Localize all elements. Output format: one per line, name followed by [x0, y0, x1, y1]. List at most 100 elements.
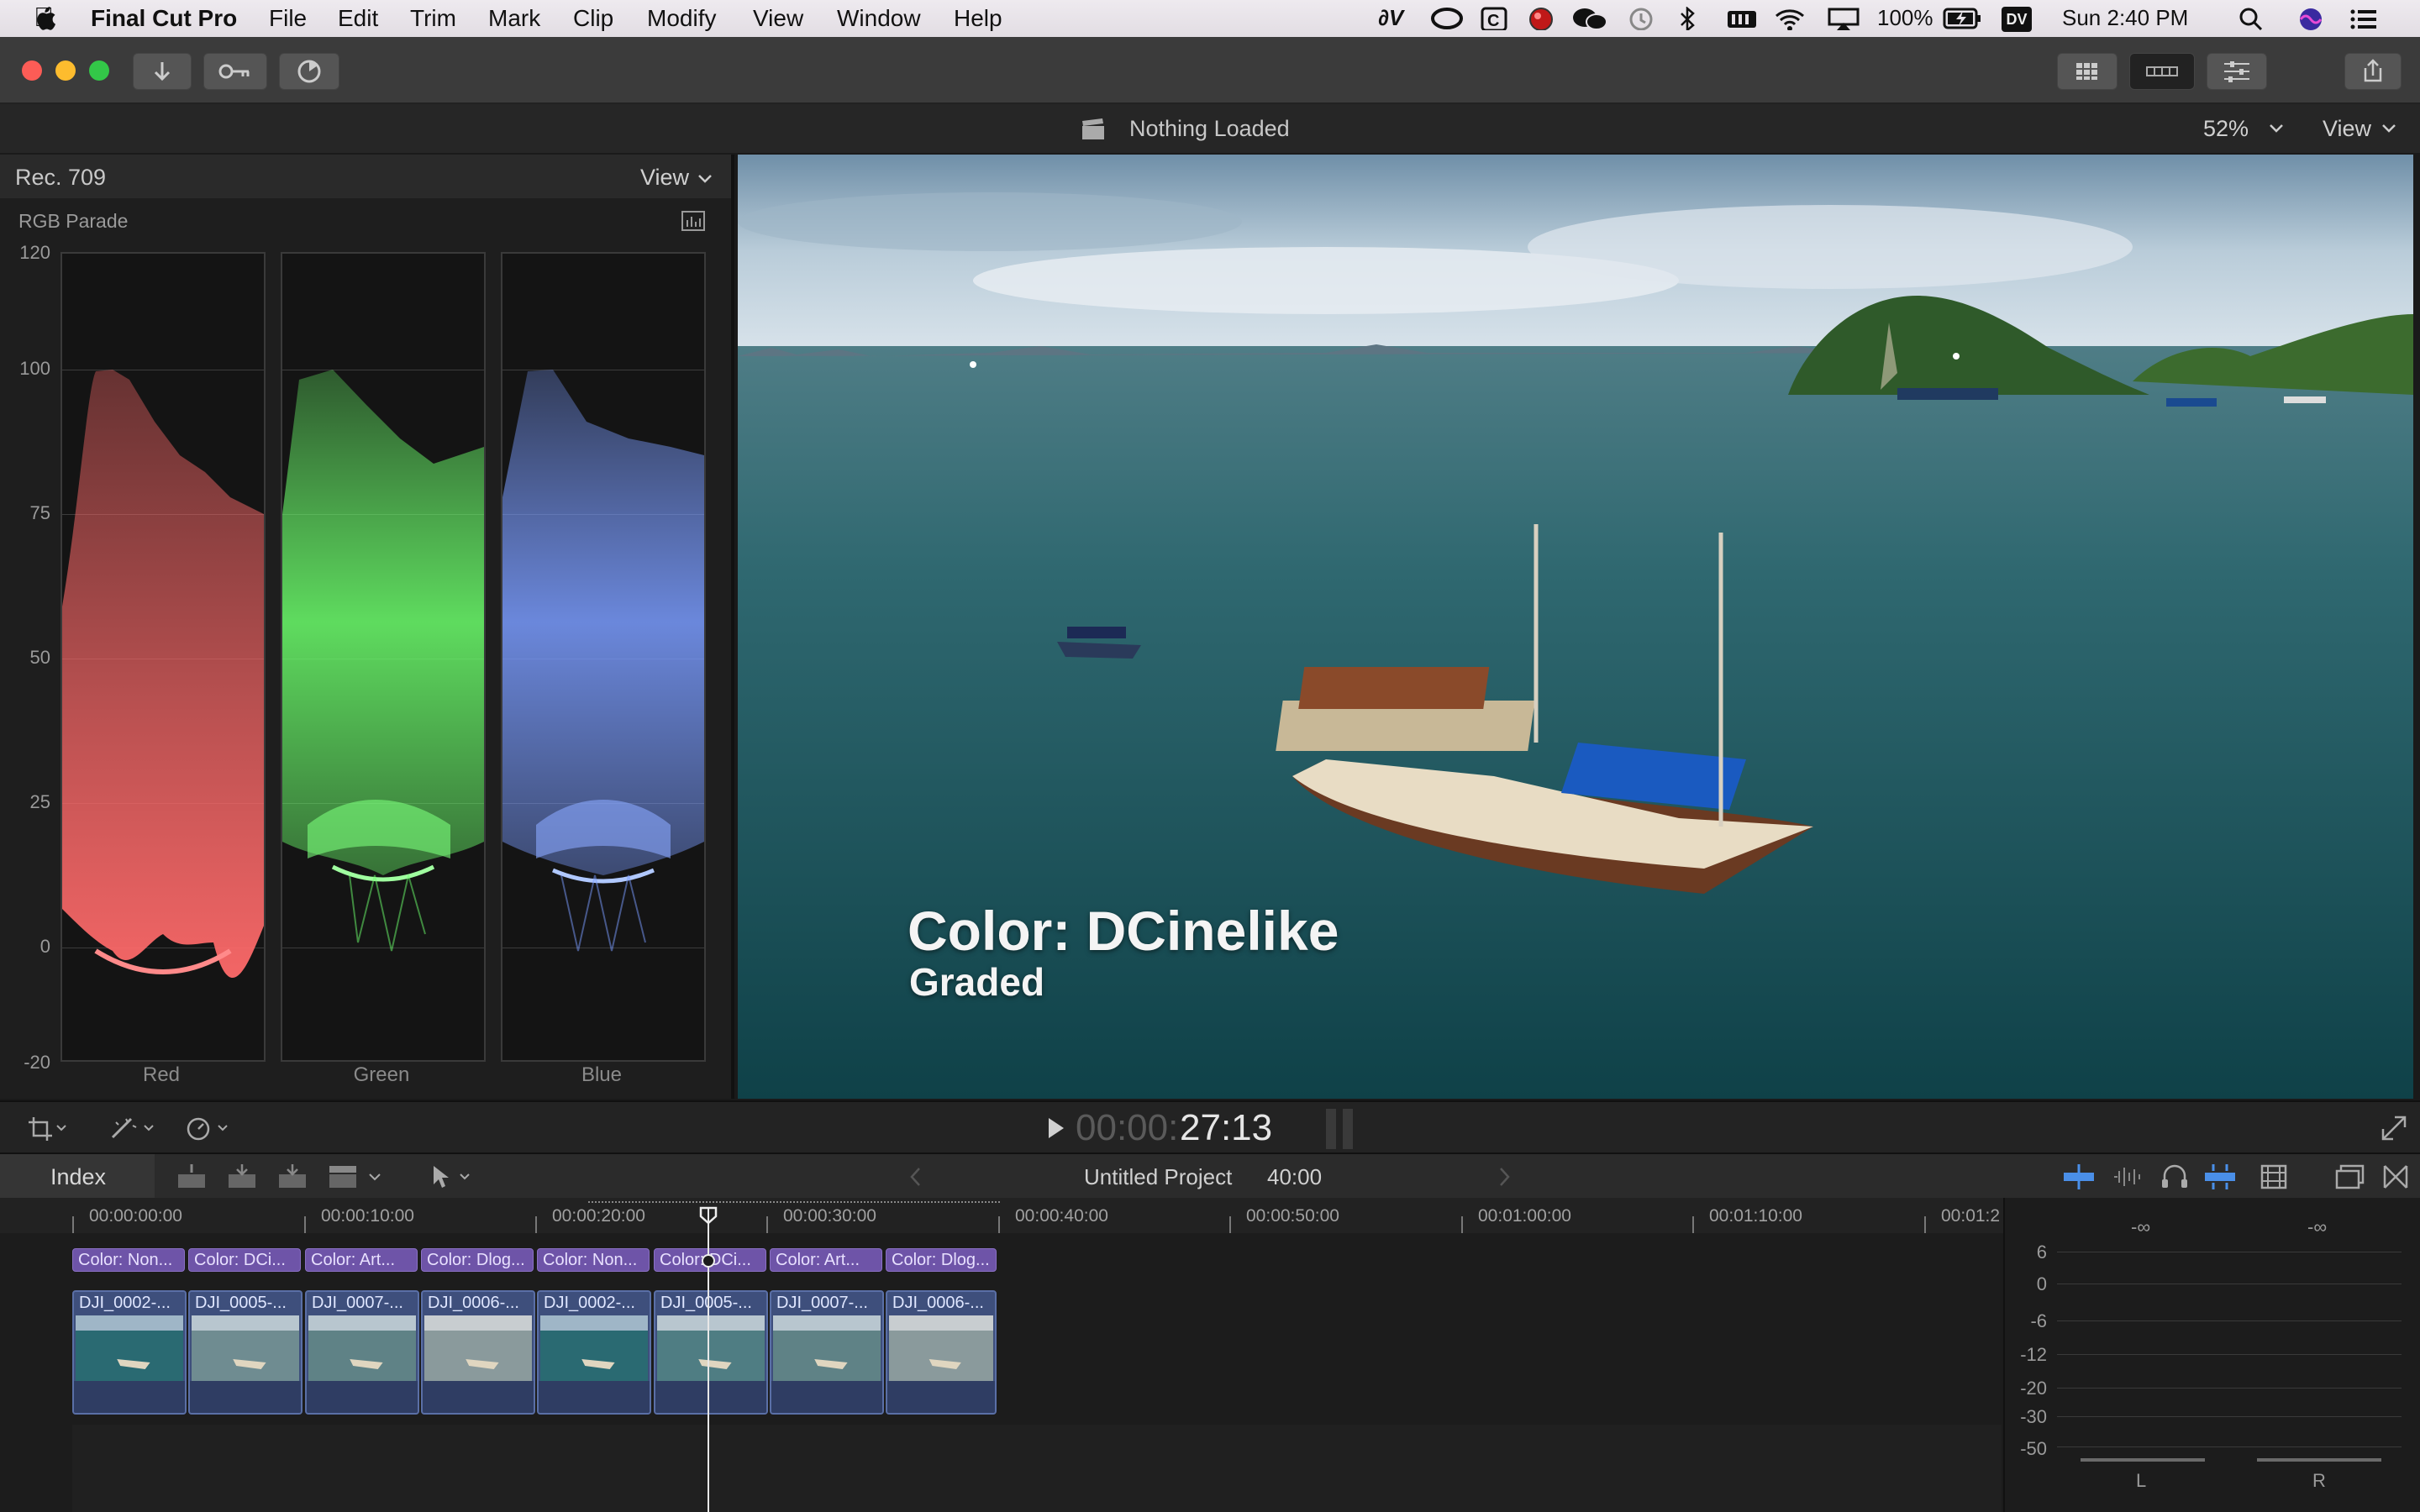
- play-icon[interactable]: [1045, 1116, 1067, 1141]
- title-clip[interactable]: Color: DCi...: [188, 1248, 301, 1272]
- meter-scale-6: 6: [2036, 1242, 2047, 1263]
- battery-icon[interactable]: [1943, 7, 1981, 30]
- clip-name: DJI_0007-...: [776, 1294, 868, 1312]
- menu-modify[interactable]: Modify: [647, 5, 716, 32]
- peak-left: -∞: [2131, 1216, 2151, 1237]
- menu-clip[interactable]: Clip: [573, 5, 613, 32]
- spotlight-search-icon[interactable]: [2238, 7, 2264, 30]
- minimize-window-button[interactable]: [55, 60, 76, 81]
- chevron-down-icon[interactable]: [697, 173, 713, 185]
- clip-name: DJI_0005-...: [660, 1294, 752, 1312]
- title-clip[interactable]: Color: Art...: [305, 1248, 418, 1272]
- empty-track-area[interactable]: [72, 1425, 2002, 1512]
- video-clip[interactable]: DJI_0002-...: [537, 1290, 651, 1415]
- browser-toggle-button[interactable]: [2057, 53, 2118, 90]
- video-clip[interactable]: DJI_0007-...: [305, 1290, 419, 1415]
- close-window-button[interactable]: [22, 60, 42, 81]
- menu-view[interactable]: View: [753, 5, 803, 32]
- scope-view-menu[interactable]: View: [640, 165, 689, 191]
- apple-logo-icon[interactable]: [32, 5, 57, 32]
- keywords-button[interactable]: [203, 53, 267, 90]
- viewer-view-menu[interactable]: View: [2323, 116, 2371, 142]
- menu-bar:  Final Cut Pro File Edit Trim Mark Clip…: [0, 0, 2420, 37]
- cleaner-icon[interactable]: C: [1481, 7, 1507, 30]
- title-clip[interactable]: Color: Art...: [770, 1248, 882, 1272]
- chevron-down-icon[interactable]: [2269, 123, 2284, 134]
- effects-browser-icon[interactable]: [2334, 1163, 2366, 1191]
- skimming-icon[interactable]: [2062, 1163, 2096, 1191]
- index-button[interactable]: Index: [50, 1164, 106, 1190]
- dv-badge[interactable]: DV: [2002, 7, 2032, 32]
- battery-percent[interactable]: 100%: [1877, 5, 1933, 31]
- siri-icon[interactable]: [2297, 7, 2324, 30]
- title-clip[interactable]: Color: Dlog...: [421, 1248, 534, 1272]
- history-forward-icon[interactable]: [1496, 1166, 1512, 1188]
- creative-cloud-icon[interactable]: [1430, 7, 1464, 30]
- wifi-icon[interactable]: [1773, 7, 1807, 30]
- playhead-handle-icon[interactable]: [699, 1206, 718, 1225]
- download-icon: [154, 62, 171, 81]
- select-tool-icon[interactable]: [427, 1163, 477, 1191]
- zoom-window-button[interactable]: [89, 60, 109, 81]
- app-menu[interactable]: Final Cut Pro: [91, 5, 237, 32]
- chevron-down-icon[interactable]: [2381, 123, 2396, 134]
- history-back-icon[interactable]: [908, 1166, 924, 1188]
- green-channel-waveform: [281, 252, 486, 1062]
- share-button[interactable]: [2344, 53, 2402, 90]
- solo-headphones-icon[interactable]: [2160, 1163, 2190, 1191]
- timeline-toggle-button[interactable]: [2129, 53, 2195, 90]
- video-clip[interactable]: DJI_0005-...: [654, 1290, 768, 1415]
- viewer-canvas[interactable]: Color: DCinelike Graded: [738, 155, 2413, 1099]
- notification-center-icon[interactable]: [2349, 7, 2378, 30]
- video-clip[interactable]: DJI_0006-...: [886, 1290, 997, 1415]
- audio-skimming-icon[interactable]: [2111, 1163, 2144, 1191]
- menu-clock[interactable]: Sun 2:40 PM: [2062, 5, 2188, 31]
- inspector-toggle-button[interactable]: [2207, 53, 2267, 90]
- title-clip[interactable]: Color: Dlog...: [886, 1248, 997, 1272]
- title-clip[interactable]: Color: Non...: [72, 1248, 185, 1272]
- title-overlay-line2: Graded: [909, 960, 1045, 1004]
- title-clip[interactable]: Color: Non...: [537, 1248, 650, 1272]
- svg-text:C: C: [1487, 12, 1499, 30]
- transitions-browser-icon[interactable]: [2381, 1163, 2410, 1191]
- menu-help[interactable]: Help: [954, 5, 1002, 32]
- video-clip[interactable]: DJI_0006-...: [421, 1290, 535, 1415]
- y-tick-50: 50: [29, 647, 50, 668]
- crop-tool-icon[interactable]: [25, 1114, 67, 1142]
- timecode-frames[interactable]: 27:13: [1180, 1107, 1272, 1149]
- project-name: Untitled Project: [1084, 1164, 1233, 1189]
- video-clip[interactable]: DJI_0007-...: [770, 1290, 884, 1415]
- wechat-icon[interactable]: [1571, 7, 1608, 30]
- menu-edit[interactable]: Edit: [338, 5, 378, 32]
- snapping-icon[interactable]: [2203, 1163, 2237, 1191]
- zoom-dropdown[interactable]: 52%: [2203, 116, 2249, 142]
- menu-trim[interactable]: Trim: [410, 5, 456, 32]
- scope-settings-icon[interactable]: [681, 210, 708, 234]
- time-machine-icon[interactable]: [1627, 7, 1655, 30]
- clip-appearance-icon[interactable]: [2259, 1163, 2289, 1191]
- bluetooth-icon[interactable]: [1677, 7, 1697, 30]
- vectorworks-icon[interactable]: ∂V: [1378, 5, 1403, 31]
- enhancements-icon[interactable]: [108, 1114, 158, 1142]
- menu-file[interactable]: File: [269, 5, 307, 32]
- memory-icon[interactable]: [1726, 7, 1758, 30]
- channel-label-blue: Blue: [581, 1063, 623, 1086]
- retime-icon[interactable]: [185, 1114, 235, 1142]
- import-button[interactable]: [133, 53, 192, 90]
- timeline-area[interactable]: 00:00:00:00 00:00:10:00 00:00:20:00 00:0…: [0, 1198, 2003, 1512]
- y-tick-minus-20: -20: [24, 1052, 50, 1073]
- ruler-label: 00:00:50:00: [1246, 1206, 1339, 1226]
- fullscreen-icon[interactable]: [2380, 1114, 2408, 1142]
- menu-window[interactable]: Window: [837, 5, 921, 32]
- airplay-icon[interactable]: [1827, 7, 1860, 30]
- clip-thumbnail: [773, 1315, 881, 1381]
- record-icon[interactable]: [1528, 7, 1555, 30]
- background-tasks-button[interactable]: [279, 53, 339, 90]
- meter-channel-left: L: [2136, 1470, 2147, 1491]
- menu-mark[interactable]: Mark: [488, 5, 540, 32]
- video-clip[interactable]: DJI_0005-...: [188, 1290, 302, 1415]
- video-clip[interactable]: DJI_0002-...: [72, 1290, 187, 1415]
- meter-scale-minus6: -6: [2030, 1310, 2047, 1331]
- timeline-ruler[interactable]: 00:00:00:00 00:00:10:00 00:00:20:00 00:0…: [0, 1198, 2003, 1233]
- timeline-header: Index Untitled Project 40:00: [0, 1152, 2420, 1200]
